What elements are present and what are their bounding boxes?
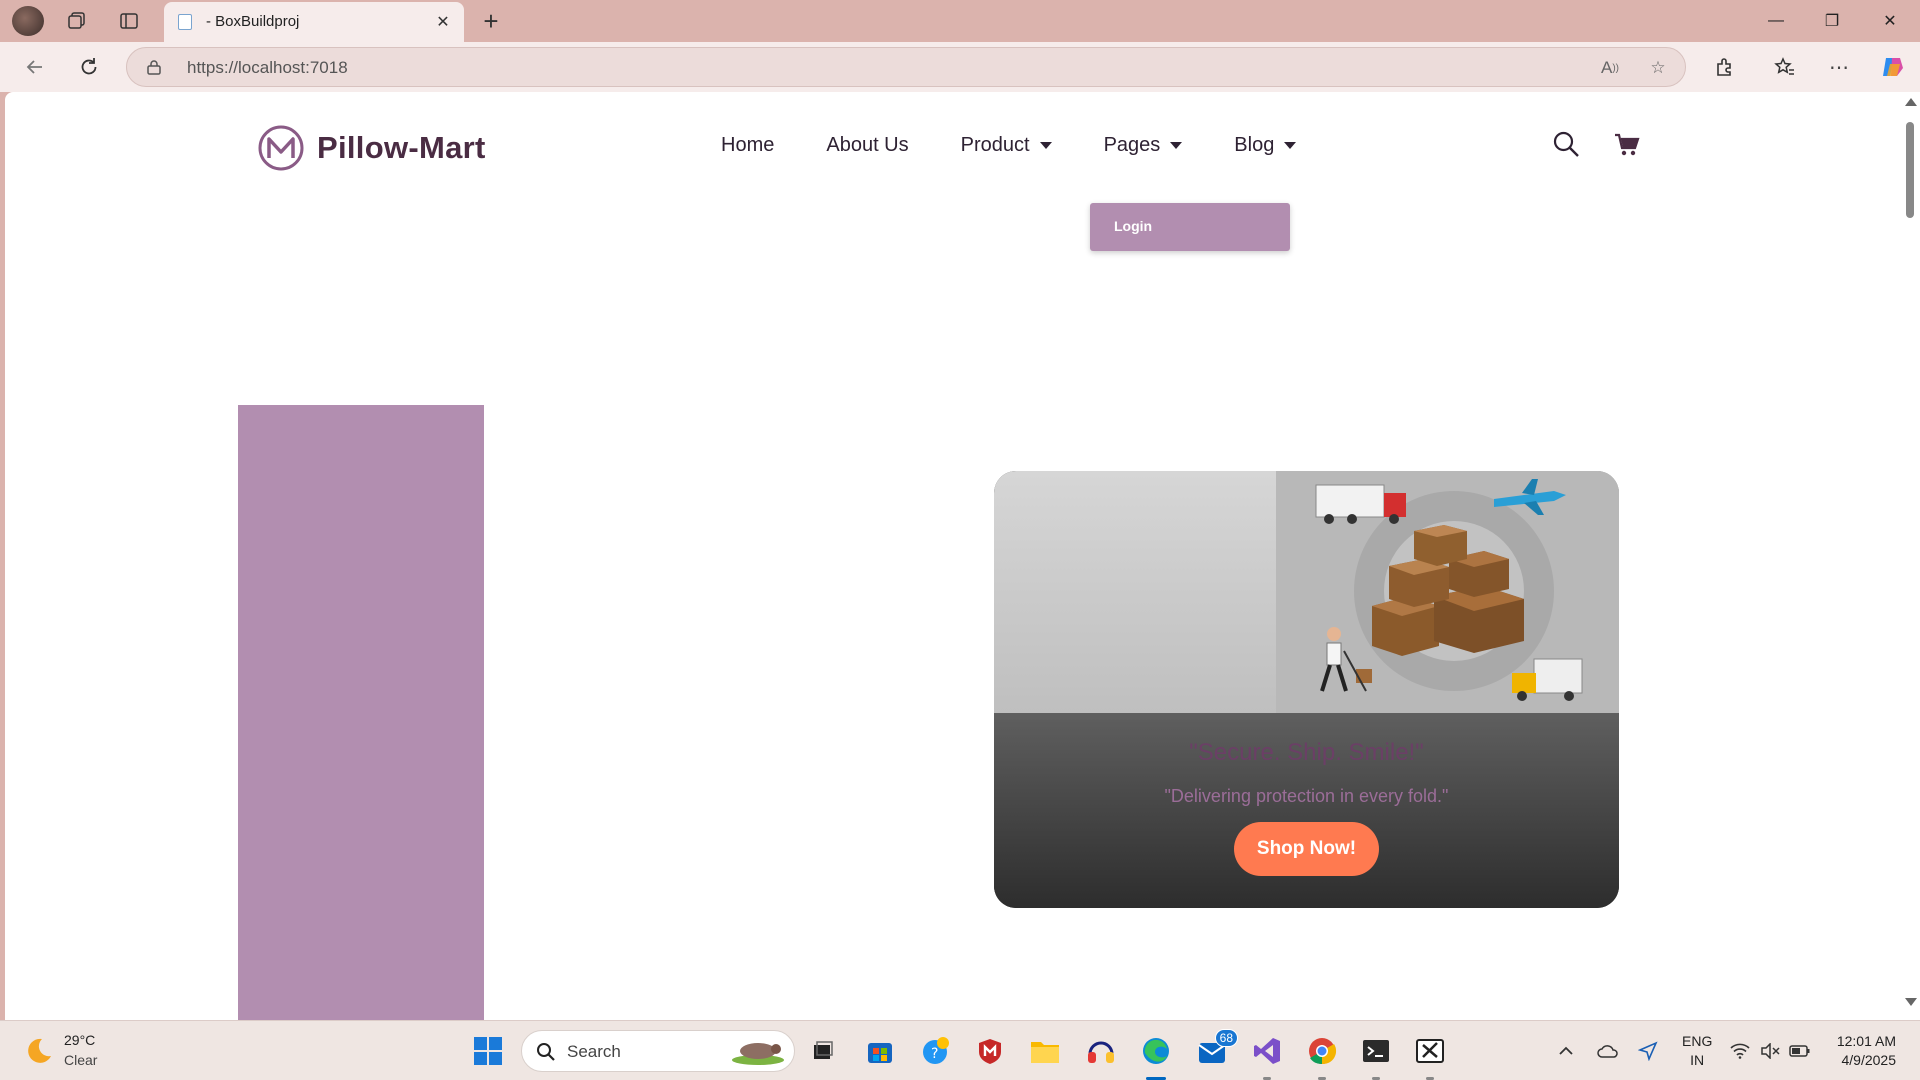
weather-desc[interactable]: Clear [64, 1052, 97, 1068]
edge-browser-icon[interactable] [1138, 1033, 1174, 1080]
close-window-button[interactable]: ✕ [1862, 0, 1918, 42]
caret-down-icon [1039, 142, 1052, 149]
extensions-icon[interactable] [1708, 50, 1742, 84]
main-nav: Home About Us Product Pages Blog [721, 134, 1348, 157]
dropdown-item-login[interactable]: Login [1114, 218, 1152, 234]
nav-blog[interactable]: Blog [1234, 134, 1297, 157]
copilot-icon[interactable] [1876, 50, 1910, 84]
start-windows-icon[interactable] [470, 1033, 506, 1069]
tab-close-icon[interactable]: ✕ [432, 11, 454, 33]
minimize-button[interactable]: — [1748, 0, 1804, 42]
nav-product-label: Product [960, 134, 1030, 156]
caret-down-icon [1170, 142, 1183, 149]
wifi-icon[interactable] [1728, 1039, 1752, 1063]
mail-notification-badge: 68 [1214, 1029, 1238, 1047]
logo-m-icon [258, 125, 304, 171]
restore-button[interactable]: ❐ [1804, 0, 1860, 42]
clock-date: 4/9/2025 [1841, 1052, 1897, 1068]
web-page: Pillow-Mart Home About Us Product Pages … [5, 92, 1900, 1020]
clock[interactable]: 12:01 AM 4/9/2025 [1826, 1032, 1896, 1070]
weather-temp[interactable]: 29°C [64, 1032, 95, 1048]
refresh-icon[interactable] [72, 50, 106, 84]
scroll-thumb[interactable] [1906, 122, 1914, 218]
browser-toolbar: https://localhost:7018 A)) ☆ ⋯ [0, 42, 1920, 92]
location-send-icon[interactable] [1636, 1039, 1660, 1063]
outlook-mail-icon[interactable]: 68 [1194, 1029, 1238, 1069]
collections-icon[interactable] [60, 6, 94, 36]
hero-card: "Secure. Ship. Smile!" "Delivering prote… [994, 471, 1619, 908]
favorites-icon[interactable] [1768, 50, 1802, 84]
snipping-tool-icon[interactable] [1412, 1033, 1448, 1080]
terminal-icon[interactable] [1358, 1033, 1394, 1080]
scroll-up-arrow-icon[interactable] [1905, 98, 1917, 106]
vertical-tabs-icon[interactable] [112, 6, 146, 36]
card-title: "Secure. Ship. Smile!" [1189, 739, 1424, 766]
search-icon[interactable] [1552, 130, 1580, 158]
more-menu-icon[interactable]: ⋯ [1822, 50, 1856, 84]
nav-home[interactable]: Home [721, 134, 774, 157]
site-logo[interactable]: Pillow-Mart [257, 124, 486, 172]
lang-code: ENG [1682, 1033, 1713, 1049]
chrome-icon[interactable] [1304, 1033, 1340, 1080]
scroll-down-arrow-icon[interactable] [1905, 998, 1917, 1006]
nav-pages-label: Pages [1103, 134, 1161, 156]
url-text[interactable]: https://localhost:7018 [187, 58, 348, 78]
new-tab-button[interactable]: + [476, 6, 506, 36]
nav-blog-label: Blog [1234, 134, 1275, 156]
tab-title: - BoxBuildproj [206, 13, 300, 30]
language-indicator[interactable]: ENG IN [1682, 1032, 1712, 1070]
browser-titlebar: - BoxBuildproj ✕ + — ❐ ✕ [0, 0, 1920, 42]
address-bar[interactable]: https://localhost:7018 A)) ☆ [126, 47, 1686, 87]
show-hidden-icons-chevron-icon[interactable] [1554, 1039, 1578, 1063]
shop-now-button[interactable]: Shop Now! [1234, 822, 1379, 876]
caret-down-icon [1284, 142, 1297, 149]
onedrive-cloud-icon[interactable] [1596, 1039, 1620, 1063]
favorite-star-icon[interactable]: ☆ [1645, 55, 1671, 81]
lang-region: IN [1690, 1052, 1705, 1068]
read-aloud-icon[interactable]: A)) [1597, 55, 1623, 81]
mcafee-icon[interactable] [972, 1033, 1008, 1069]
search-highlight-art-icon [732, 1043, 784, 1065]
moon-weather-icon[interactable] [22, 1035, 54, 1067]
microsoft-store-icon[interactable] [862, 1033, 898, 1069]
nav-about-us[interactable]: About Us [826, 134, 908, 157]
profile-avatar[interactable] [12, 6, 44, 36]
card-subtitle: "Delivering protection in every fold." [1164, 786, 1449, 806]
svg-text:?: ? [931, 1046, 938, 1062]
page-favicon-icon [178, 14, 192, 30]
tips-app-icon[interactable]: ? [918, 1033, 954, 1069]
lock-icon[interactable] [147, 59, 161, 75]
back-icon[interactable] [18, 50, 52, 84]
taskbar-search-placeholder: Search [567, 1042, 621, 1061]
hero-side-block [238, 405, 484, 1020]
search-icon [537, 1043, 555, 1061]
nav-product[interactable]: Product [961, 134, 1052, 157]
file-explorer-icon[interactable] [1027, 1033, 1063, 1069]
shipping-illustration [994, 471, 1619, 713]
windows-taskbar: 29°C Clear Search ? 68 ENG IN 12:01 AM 4… [0, 1020, 1920, 1080]
task-view-icon[interactable] [805, 1033, 841, 1069]
cart-icon[interactable] [1614, 132, 1640, 158]
headphones-app-icon[interactable] [1083, 1033, 1119, 1069]
nav-pages[interactable]: Pages [1104, 134, 1183, 157]
tab-active[interactable]: - BoxBuildproj ✕ [164, 2, 464, 42]
clock-time: 12:01 AM [1836, 1033, 1896, 1049]
page-scrollbar[interactable] [1900, 92, 1920, 1020]
visual-studio-icon[interactable] [1249, 1033, 1285, 1080]
taskbar-search[interactable]: Search [521, 1030, 795, 1072]
volume-muted-icon[interactable] [1758, 1039, 1782, 1063]
brand-name: Pillow-Mart [317, 130, 486, 165]
battery-icon[interactable] [1788, 1039, 1812, 1063]
pages-dropdown-menu: Login [1090, 203, 1290, 251]
